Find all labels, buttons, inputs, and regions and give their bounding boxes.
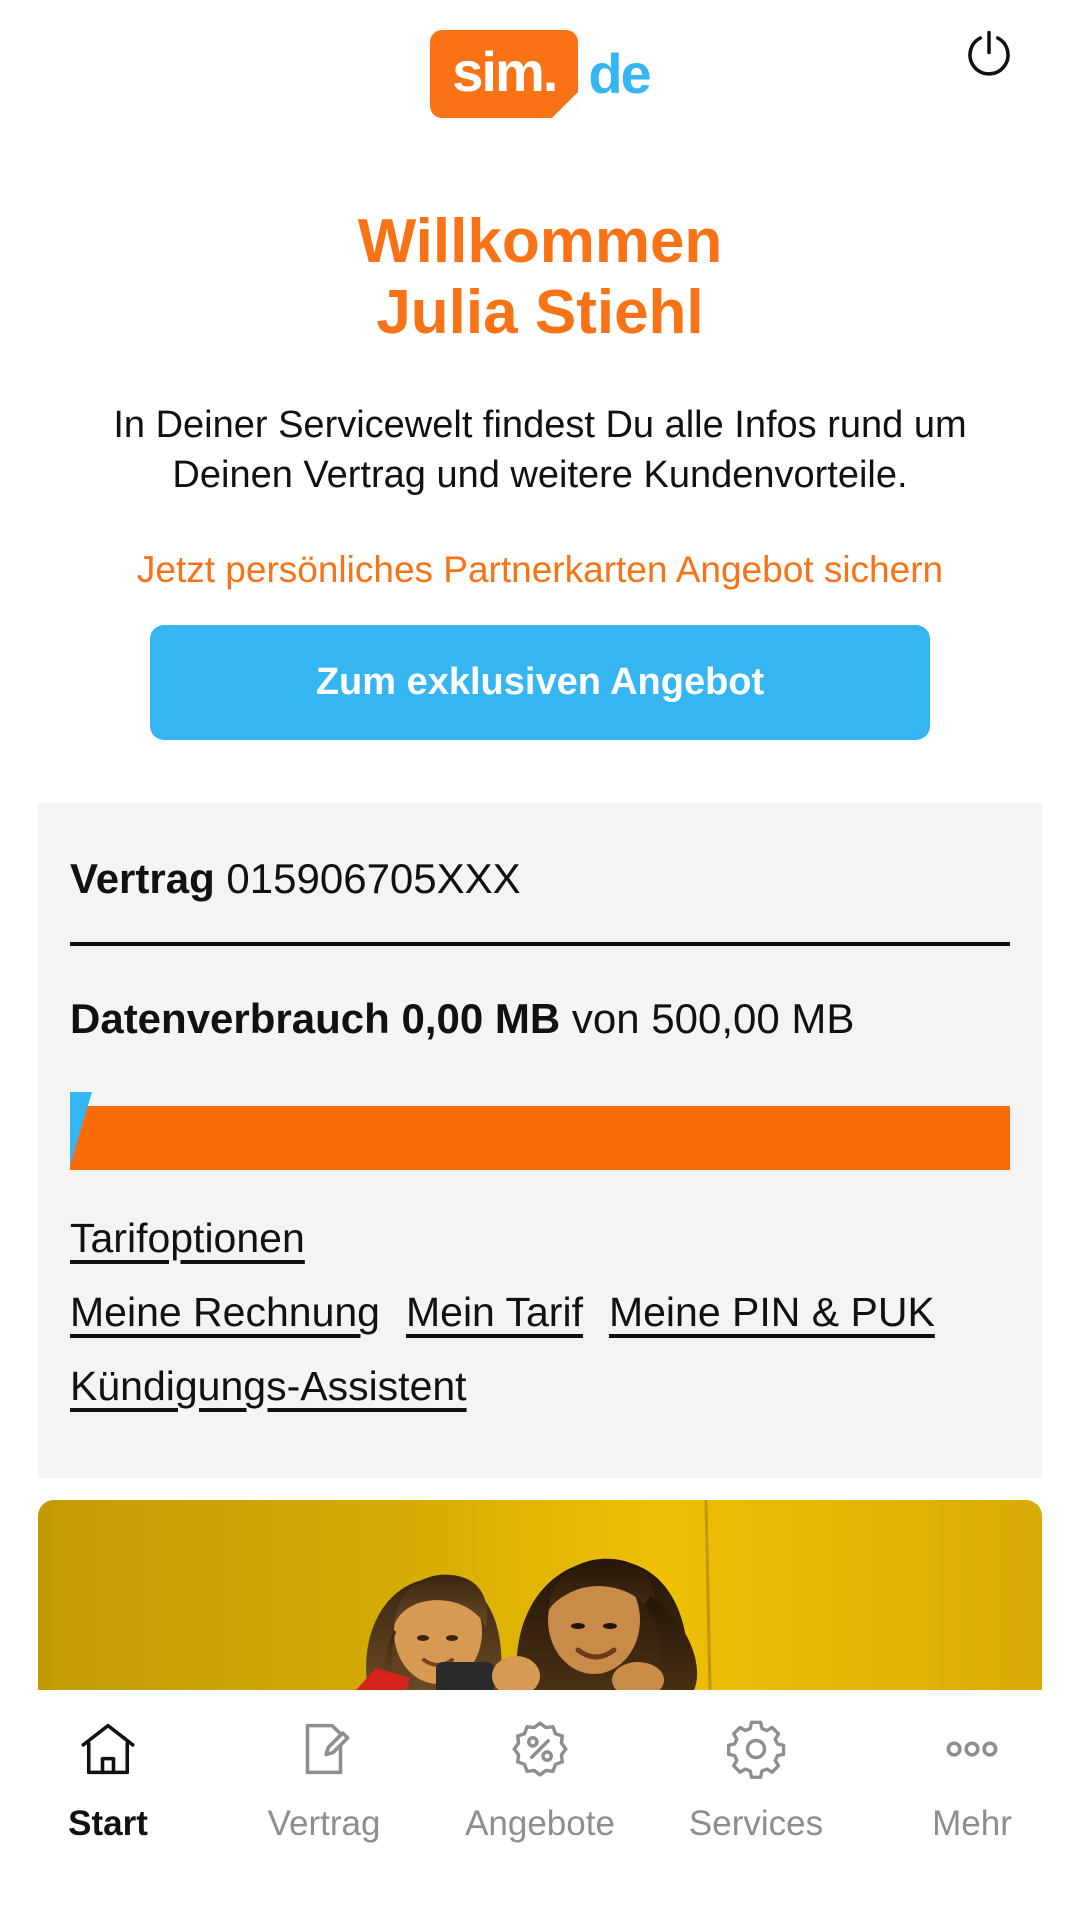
power-icon [968, 30, 1010, 76]
data-usage-row: Datenverbrauch 0,00 MB von 500,00 MB [70, 998, 1010, 1040]
link-meine-rechnung[interactable]: Meine Rechnung [70, 1289, 380, 1336]
contract-edit-icon [291, 1708, 357, 1790]
intro-paragraph: In Deiner Servicewelt findest Du alle In… [113, 404, 967, 497]
contract-number: 015906705XXX [226, 855, 521, 902]
nav-item-services[interactable]: Services [648, 1708, 864, 1844]
usage-label: Datenverbrauch [70, 995, 390, 1042]
logo-main-text: sim. [452, 40, 558, 103]
nav-label-services: Services [688, 1804, 824, 1843]
contract-card: Vertrag 015906705XXX Datenverbrauch 0,00… [38, 803, 1042, 1478]
nav-item-vertrag[interactable]: Vertrag [216, 1708, 432, 1844]
banner-artwork [38, 1500, 1042, 1690]
usage-separator: von [571, 995, 640, 1042]
usage-total: 500,00 MB [651, 995, 855, 1042]
home-icon [75, 1708, 141, 1790]
data-usage-progress-bar [70, 1092, 1010, 1170]
link-row-1: Tarifoptionen [70, 1215, 1010, 1262]
welcome-line-1: Willkommen [357, 207, 723, 276]
link-mein-tarif[interactable]: Mein Tarif [406, 1289, 583, 1336]
link-row-2: Meine Rechnung Mein Tarif Meine PIN & PU… [70, 1289, 1010, 1336]
logo-badge: sim. [430, 30, 579, 118]
welcome-heading: Willkommen Julia Stiehl [0, 206, 1080, 349]
exclusive-offer-button[interactable]: Zum exklusiven Angebot [150, 625, 930, 740]
progress-bar-used-marker [70, 1092, 92, 1166]
nav-label-angebote: Angebote [465, 1804, 615, 1843]
app-header: sim. de [0, 0, 1080, 148]
link-tarifoptionen[interactable]: Tarifoptionen [70, 1215, 305, 1262]
app-screen: sim. de Willkommen Julia Stiehl In Deine… [0, 0, 1080, 1920]
nav-label-mehr: Mehr [932, 1804, 1012, 1843]
nav-label-vertrag: Vertrag [267, 1804, 381, 1843]
link-kuendigungs-assistent[interactable]: Kündigungs-Assistent [70, 1363, 467, 1410]
more-dots-icon [939, 1708, 1005, 1790]
promo-text: Jetzt persönliches Partnerkarten Angebot… [136, 549, 944, 590]
nav-item-angebote[interactable]: Angebote [432, 1708, 648, 1844]
bottom-navigation: Start Vertrag Angebote Services Mehr [0, 1690, 1080, 1920]
link-row-3: Kündigungs-Assistent [70, 1363, 1010, 1410]
usage-value: 0,00 MB [401, 995, 561, 1042]
percent-badge-icon [507, 1708, 573, 1790]
welcome-line-2: Julia Stiehl [376, 278, 704, 348]
contract-label: Vertrag [70, 855, 215, 902]
promo-banner-image[interactable] [38, 1500, 1042, 1690]
nav-item-mehr[interactable]: Mehr [864, 1708, 1080, 1844]
link-meine-pin-puk[interactable]: Meine PIN & PUK [609, 1289, 935, 1336]
logout-button[interactable] [956, 22, 1022, 88]
nav-label-start: Start [68, 1804, 148, 1843]
contract-row: Vertrag 015906705XXX [70, 858, 1010, 900]
nav-item-start[interactable]: Start [0, 1708, 216, 1844]
sim-de-logo: sim. de [430, 30, 652, 118]
gear-icon [723, 1708, 789, 1790]
card-divider [70, 942, 1010, 946]
progress-bar-remaining [70, 1106, 1010, 1170]
card-links: Tarifoptionen Meine Rechnung Mein Tarif … [70, 1215, 1010, 1410]
logo-tld-text: de [588, 42, 651, 105]
